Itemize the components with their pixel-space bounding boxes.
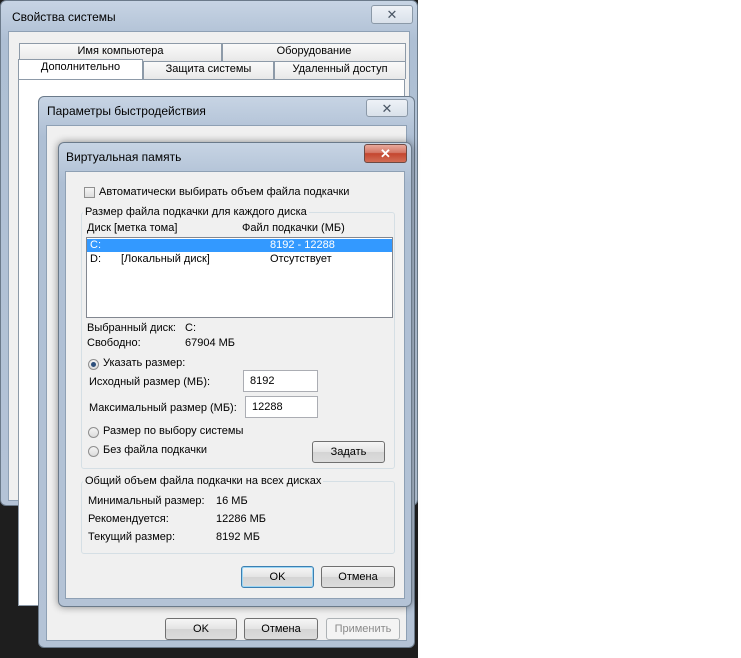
tab-system-protection[interactable]: Защита системы: [143, 61, 274, 79]
tab-remote-label: Удаленный доступ: [292, 63, 388, 75]
auto-page-file-checkbox[interactable]: [84, 187, 95, 198]
tab-advanced[interactable]: Дополнительно: [18, 59, 143, 80]
custom-size-radio[interactable]: [88, 359, 99, 370]
virtual-memory-close-button[interactable]: ✕: [364, 144, 407, 163]
per-disk-group-label: Размер файла подкачки для каждого диска: [83, 206, 309, 219]
tab-hardware[interactable]: Оборудование: [222, 43, 406, 61]
vm-ok-label: OK: [269, 571, 286, 583]
drive-row-selected-highlight: [87, 239, 392, 252]
system-cancel-label: Отмена: [261, 623, 301, 635]
set-button[interactable]: Задать: [312, 441, 385, 463]
vm-ok-button[interactable]: OK: [241, 566, 314, 588]
tab-remote[interactable]: Удаленный доступ: [274, 61, 406, 79]
drive-row-d-size[interactable]: Отсутствует: [270, 253, 332, 266]
drive-list[interactable]: [86, 237, 393, 318]
drive-row-c-size[interactable]: 8192 - 12288: [270, 239, 335, 252]
max-size-label: Максимальный размер (МБ):: [89, 402, 237, 414]
tab-advanced-label: Дополнительно: [40, 61, 121, 73]
system-cancel-button[interactable]: Отмена: [244, 618, 318, 640]
close-icon: ✕: [381, 101, 393, 116]
drive-row-d-label[interactable]: [Локальный диск]: [121, 253, 210, 266]
system-managed-radio[interactable]: [88, 427, 99, 438]
min-size-value: 16 МБ: [216, 495, 248, 507]
virtual-memory-title: Виртуальная память: [66, 150, 182, 164]
auto-page-file-label: Автоматически выбирать объем файла подка…: [99, 186, 350, 198]
tab-computer-name-label: Имя компьютера: [77, 45, 164, 57]
drive-row-c-letter[interactable]: C:: [90, 239, 101, 252]
no-page-file-radio[interactable]: [88, 446, 99, 457]
no-page-file-label: Без файла подкачки: [103, 444, 207, 456]
current-size-label: Текущий размер:: [88, 531, 176, 543]
performance-options-title: Параметры быстродействия: [47, 104, 206, 118]
system-properties-close-button[interactable]: ✕: [371, 5, 413, 24]
system-properties-title: Свойства системы: [12, 10, 116, 24]
free-space-label: Свободно:: [87, 337, 141, 349]
initial-size-input[interactable]: [243, 370, 318, 392]
drive-row-d-letter[interactable]: D:: [90, 253, 101, 266]
selected-disk-value: C:: [185, 322, 196, 334]
system-apply-label: Применить: [334, 623, 392, 635]
recommended-label: Рекомендуется:: [88, 513, 169, 525]
vm-cancel-button[interactable]: Отмена: [321, 566, 395, 588]
close-icon: ✕: [380, 146, 391, 161]
recommended-value: 12286 МБ: [216, 513, 267, 525]
system-apply-button[interactable]: Применить: [326, 618, 400, 640]
custom-size-label: Указать размер:: [103, 357, 186, 369]
column-header-disk: Диск [метка тома]: [87, 222, 178, 234]
current-size-value: 8192 МБ: [216, 531, 260, 543]
vm-cancel-label: Отмена: [338, 571, 378, 583]
tab-system-protection-label: Защита системы: [165, 63, 252, 75]
system-ok-button[interactable]: OK: [165, 618, 237, 640]
initial-size-label: Исходный размер (МБ):: [89, 376, 211, 388]
totals-group-label: Общий объем файла подкачки на всех диска…: [83, 475, 324, 488]
column-header-page-file: Файл подкачки (МБ): [242, 222, 345, 234]
max-size-input[interactable]: [245, 396, 318, 418]
close-icon: ✕: [386, 7, 398, 22]
min-size-label: Минимальный размер:: [88, 495, 205, 507]
selected-disk-label: Выбранный диск:: [87, 322, 176, 334]
tab-hardware-label: Оборудование: [276, 45, 352, 57]
system-managed-label: Размер по выбору системы: [103, 425, 244, 437]
system-ok-label: OK: [193, 623, 209, 635]
free-space-value: 67904 МБ: [185, 337, 236, 349]
performance-options-close-button[interactable]: ✕: [366, 99, 408, 117]
set-button-label: Задать: [330, 446, 367, 458]
